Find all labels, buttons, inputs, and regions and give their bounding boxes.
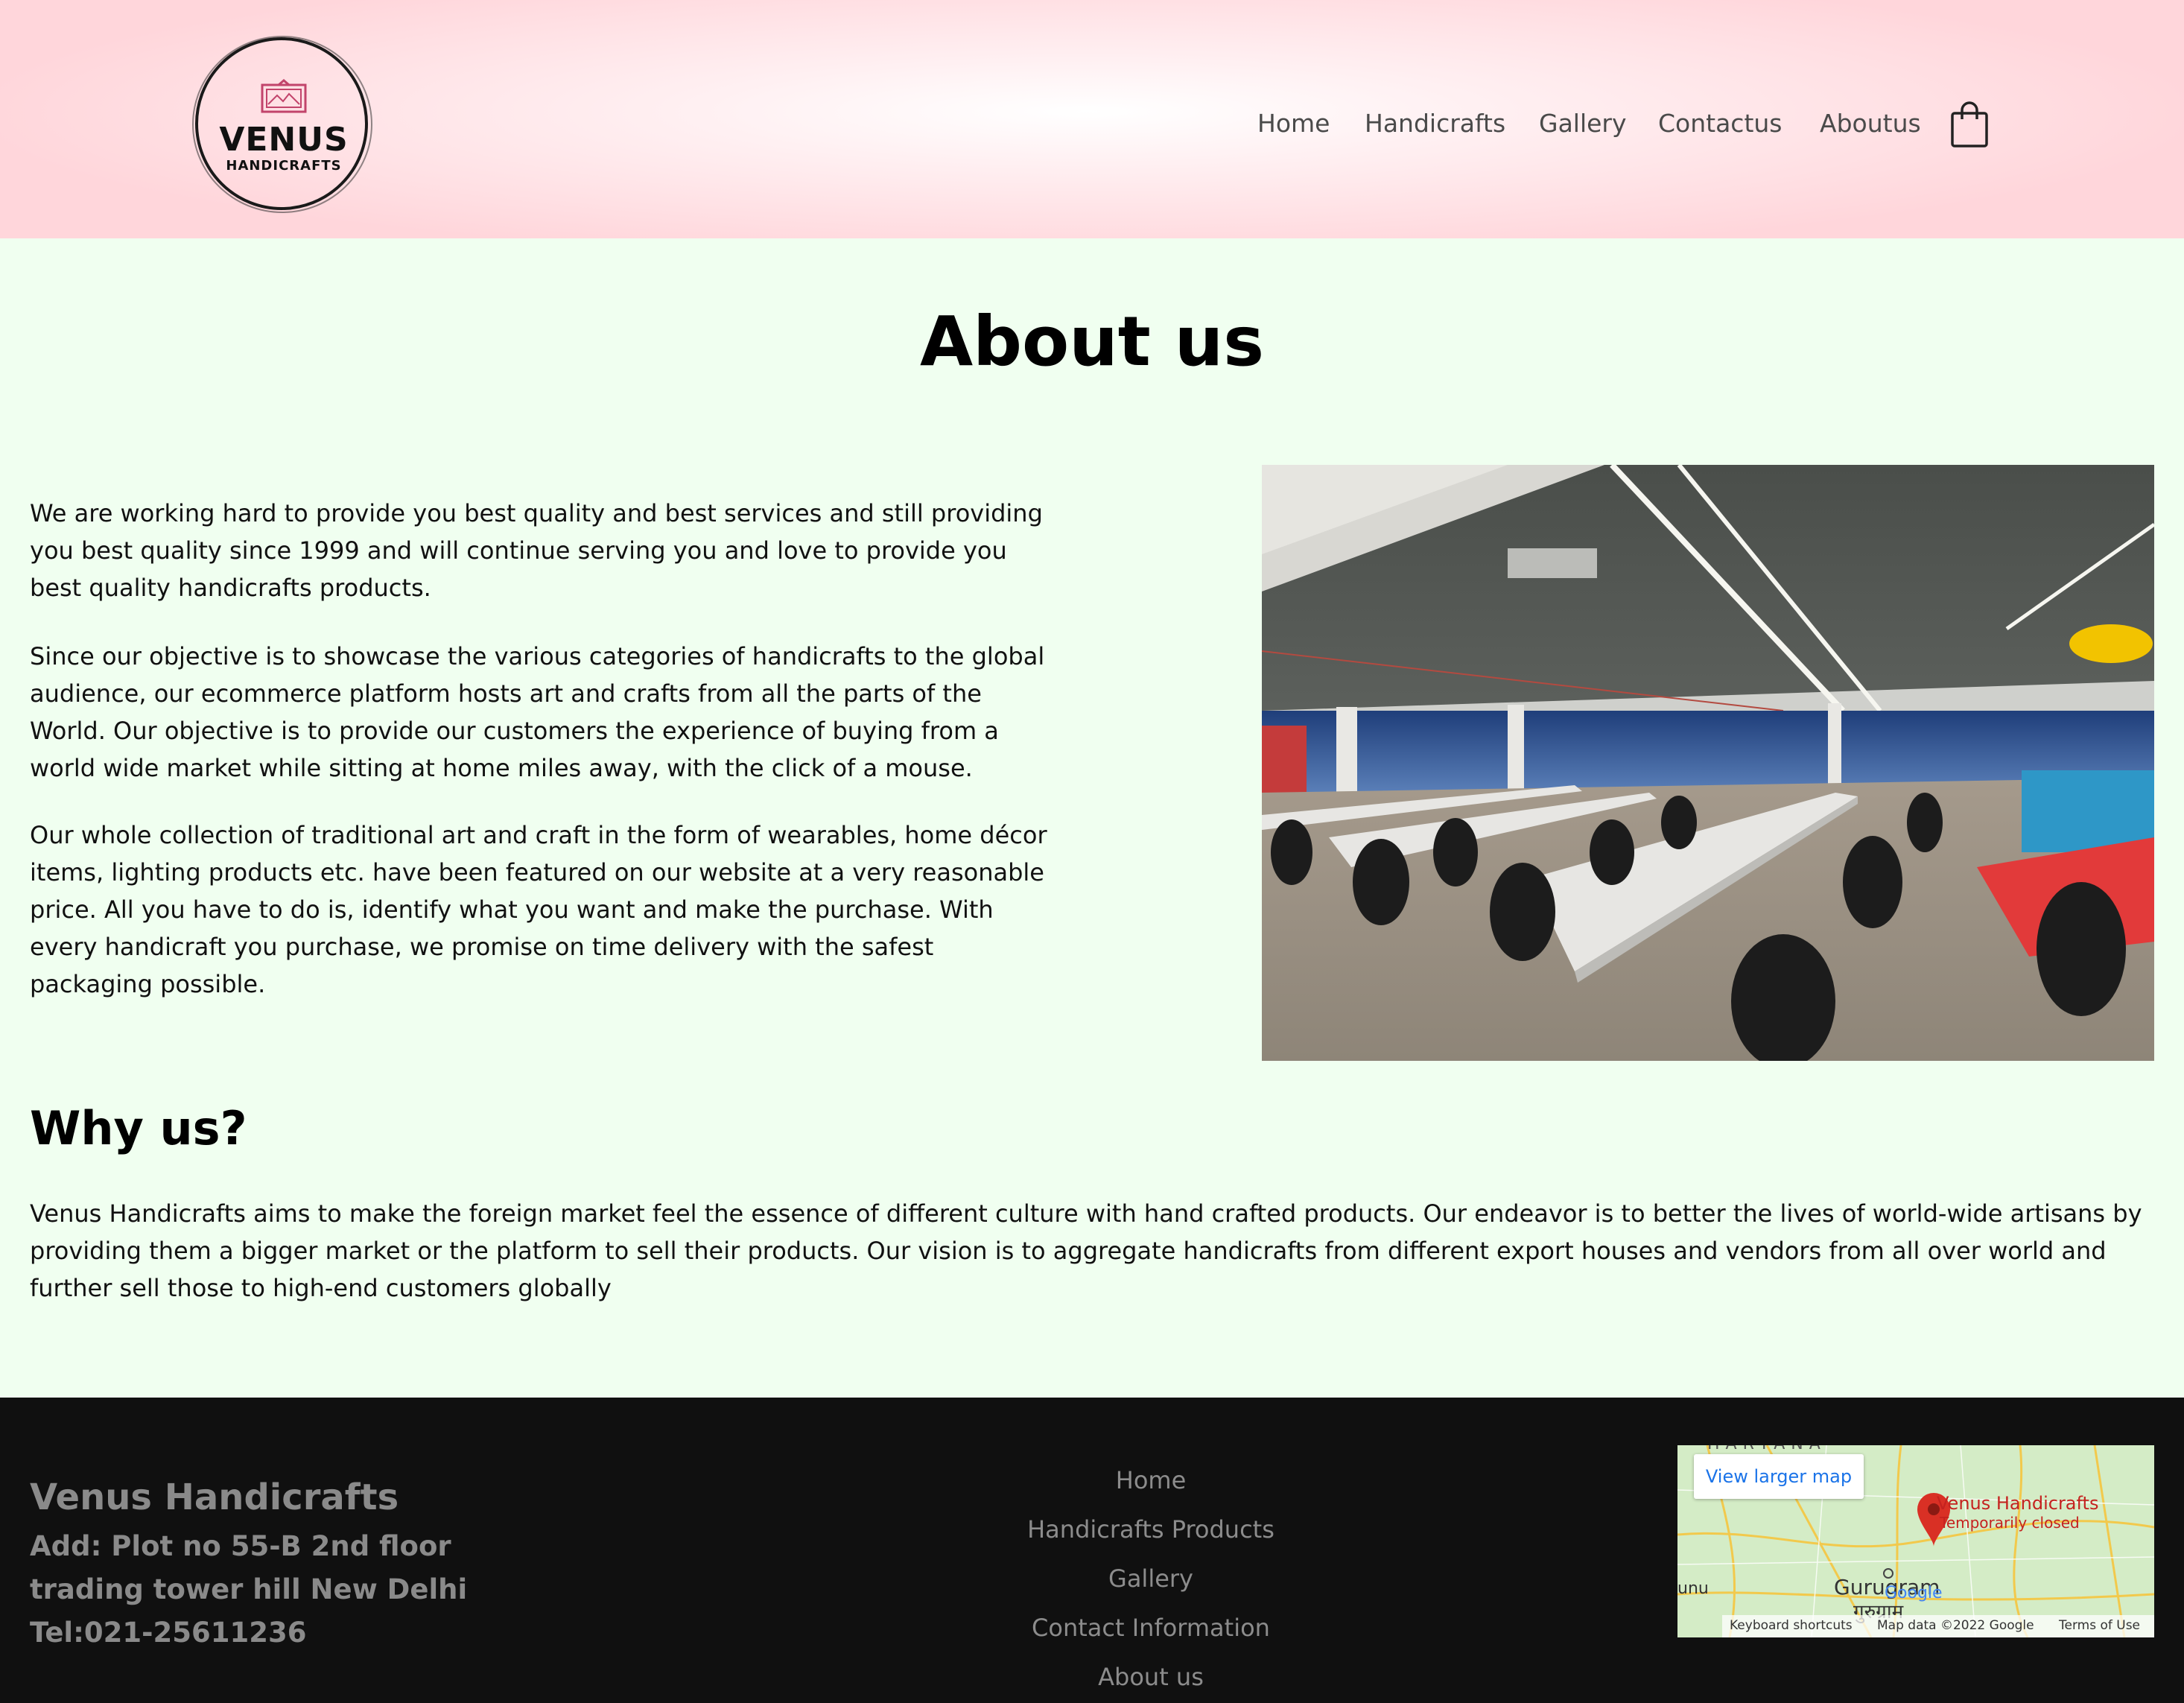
view-larger-map-link[interactable]: View larger map [1694,1454,1864,1499]
embedded-map[interactable]: View larger map HARYANA Venus Handicraft… [1677,1445,2154,1637]
nav-contactus[interactable]: Contactus [1658,109,1783,142]
logo-title: VENUS [219,121,349,159]
footer-address-line-2: trading tower hill New Delhi [30,1573,468,1605]
why-us-heading: Why us? [30,1101,247,1155]
shopping-bag-icon[interactable] [1949,100,1990,149]
about-paragraph-2: Since our objective is to showcase the v… [30,642,1045,782]
footer-link-contact-information[interactable]: Contact Information [927,1614,1374,1642]
footer-brand: Venus Handicrafts [30,1477,399,1518]
page-title: About us [919,302,1265,381]
map-place-status: Temporarily closed [1940,1514,2080,1532]
map-place-name[interactable]: Venus Handicrafts [1937,1493,2098,1514]
map-google-logo: Google [1885,1584,1943,1602]
nav-aboutus[interactable]: Aboutus [1820,109,1921,142]
map-keyboard-shortcuts[interactable]: Keyboard shortcuts [1730,1618,1853,1633]
nav-gallery[interactable]: Gallery [1539,109,1627,142]
footer-address-line-1: Add: Plot no 55-B 2nd floor [30,1530,451,1562]
picture-frame-icon [261,79,307,113]
footer-link-gallery[interactable]: Gallery [927,1564,1374,1593]
footer-link-handicrafts-products[interactable]: Handicrafts Products [927,1515,1374,1544]
about-paragraph-1: We are working hard to provide you best … [30,499,1043,602]
map-terms-link[interactable]: Terms of Use [2059,1618,2140,1633]
why-us-text: Venus Handicrafts aims to make the forei… [30,1199,2142,1302]
footer-link-home[interactable]: Home [927,1466,1374,1494]
footer-link-about-us[interactable]: About us [927,1663,1374,1691]
nav-home[interactable]: Home [1257,109,1330,142]
office-photo [1262,465,2154,1061]
map-data-attribution: Map data ©2022 Google [1877,1618,2034,1633]
nav-handicrafts[interactable]: Handicrafts [1365,109,1505,142]
about-paragraph-3: Our whole collection of traditional art … [30,821,1047,998]
footer-telephone: Tel:021-25611236 [30,1617,307,1649]
map-left-edge-label: unu [1677,1579,1709,1598]
logo-subtitle: HANDICRAFTS [226,158,342,174]
map-region-label: HARYANA [1707,1445,1826,1453]
